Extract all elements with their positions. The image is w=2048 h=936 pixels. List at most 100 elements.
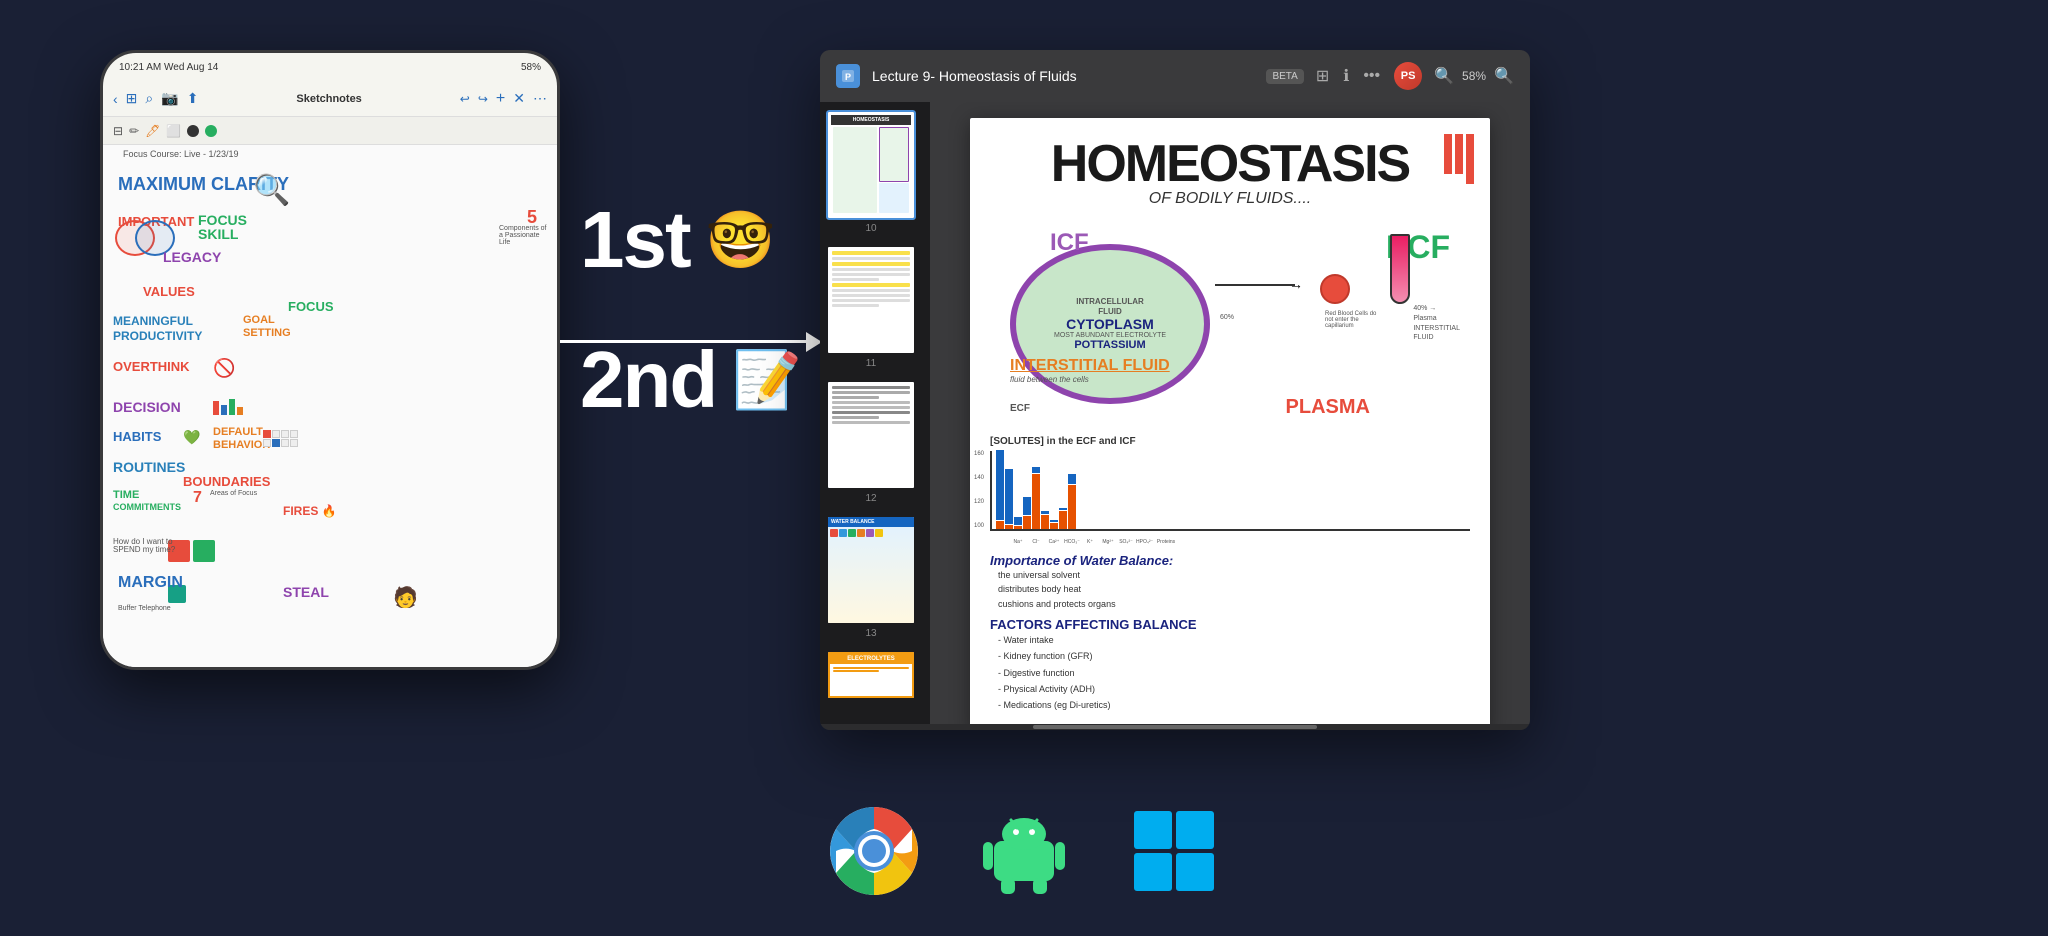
thumbnail-electrolytes[interactable]: ELECTROLYTES — [826, 650, 916, 700]
thumb-line-1 — [832, 257, 910, 260]
thumbnail-13[interactable]: WATER BALANCE 13 — [826, 515, 916, 642]
wb-item-3: cushions and protects organs — [998, 597, 1470, 611]
sketch-spend: How do I want toSPEND my time? — [113, 538, 175, 554]
mg-icf-bar — [1041, 515, 1049, 529]
interstitial-title: INTERSTITIAL FLUID — [1010, 357, 1170, 375]
sketch-steal: STEAL — [283, 585, 329, 599]
camera-icon[interactable]: 📷 — [161, 90, 178, 107]
thumb-dark-line-3 — [832, 396, 879, 399]
hpo4-icf-bar — [1059, 511, 1067, 529]
sidebar-toggle-icon[interactable]: ⊞ — [1316, 66, 1329, 86]
windows-icon — [1129, 806, 1219, 896]
solute-bar-chart: 160 140 120 100 — [990, 451, 1470, 531]
android-icon — [979, 806, 1069, 896]
factor-3: - Digestive function — [998, 665, 1470, 681]
highlighter-icon[interactable]: 🖊 — [145, 124, 160, 138]
gallery-icon[interactable]: ⊟ — [113, 124, 123, 138]
x-label-so4: SO₄²⁻ — [1118, 539, 1134, 545]
sketch-meaningful: MEANINGFUL — [113, 315, 193, 327]
color-green[interactable] — [205, 125, 217, 137]
step-2-emoji: 📝 — [732, 347, 802, 413]
thumbnail-12[interactable]: 12 — [826, 380, 916, 507]
sketch-5-detail: Components of a Passionate Life — [499, 225, 549, 246]
share-icon[interactable]: ⬆ — [187, 90, 199, 107]
person-icon: 🧑 — [393, 585, 418, 610]
cytoplasm-label: CYTOPLASM — [1066, 316, 1154, 332]
chrome-icon — [829, 806, 919, 896]
chart-x-labels: Na⁺ Cl⁻ Ca²⁺ HCO₃⁻ K⁺ Mg²⁺ SO₄²⁻ HPO₄²⁻ … — [1010, 539, 1470, 545]
wb-item-1: the universal solvent — [998, 568, 1470, 582]
zoom-controls: 🔍 58% 🔍 — [1434, 66, 1514, 86]
thumb-line-8 — [832, 304, 879, 307]
thumb-line-3 — [832, 273, 910, 276]
thumbnail-10[interactable]: HOMEOSTASIS 10 — [826, 110, 916, 237]
sketch-legacy: LEGACY — [163, 250, 221, 264]
pdf-title: Lecture 9- Homeostasis of Fluids — [872, 68, 1254, 84]
eraser-icon[interactable]: ⬜ — [166, 124, 181, 138]
chart-bar-group — [996, 455, 1076, 529]
pdf-thumbnails: HOMEOSTASIS 10 — [820, 102, 930, 724]
undo-icon[interactable]: ↩ — [460, 92, 470, 106]
info-icon[interactable]: ℹ — [1343, 66, 1349, 86]
grid-icon[interactable]: ⊞ — [126, 90, 138, 107]
x-label-hco3: HCO₃⁻ — [1064, 539, 1080, 545]
sketchnote-canvas: Focus Course: Live - 1/23/19 MAXIMUM CLA… — [103, 145, 557, 667]
x-label-ca: Ca²⁺ — [1046, 539, 1062, 545]
pdf-app-icon: P — [836, 64, 860, 88]
x-label-mg: Mg²⁺ — [1100, 539, 1116, 545]
solutes-label: [SOLUTES] in the ECF and ICF — [990, 436, 1470, 447]
thumb-dark-line-1 — [832, 386, 910, 389]
factors-title: FACTORS AFFECTING BALANCE — [990, 617, 1470, 632]
user-avatar[interactable]: PS — [1394, 62, 1422, 90]
red-bar-1 — [1444, 134, 1452, 174]
protein-bar-group — [1068, 474, 1076, 529]
search-icon[interactable]: ⌕ — [145, 90, 153, 107]
fluid-diagram: INTRACELLULARFLUID CYTOPLASM MOST ABUNDA… — [990, 224, 1470, 424]
ellipsis-icon[interactable]: ••• — [1363, 67, 1380, 85]
add-icon[interactable]: + — [496, 90, 505, 108]
pottassium-label: POTTASSIUM — [1074, 339, 1145, 351]
so4-bar-group — [1050, 520, 1058, 529]
middle-section: 1st 🤓 2nd 📝 — [580, 200, 840, 420]
na-icf-bar — [996, 521, 1004, 529]
hco3-bar-group — [1023, 497, 1031, 529]
zoom-out-icon[interactable]: 🔍 — [1434, 66, 1454, 86]
more-icon[interactable]: ⋯ — [533, 90, 547, 107]
ecf-wave-label: ECF — [1010, 403, 1030, 414]
sketch-fires: FIRES 🔥 — [283, 505, 337, 517]
chart-y-axis: 160 140 120 100 — [974, 451, 984, 529]
color-block-green — [193, 540, 215, 562]
sketch-habits: HABITS — [113, 430, 161, 443]
thumb-dark-line-6 — [832, 411, 910, 414]
factors-list: - Water intake - Kidney function (GFR) -… — [998, 632, 1470, 713]
pdf-scrollbar-thumb[interactable] — [1033, 725, 1317, 729]
zoom-in-icon[interactable]: 🔍 — [1494, 66, 1514, 86]
no-symbol: 🚫 — [213, 358, 235, 379]
na-bar-group — [996, 450, 1004, 529]
close-icon[interactable]: ✕ — [513, 90, 525, 107]
redo-icon[interactable]: ↪ — [478, 92, 488, 106]
protein-icf-bar — [1068, 485, 1076, 529]
pen-icon[interactable]: ✏ — [129, 124, 139, 138]
cl-bar-group — [1005, 469, 1013, 529]
sketch-course-title: Focus Course: Live - 1/23/19 — [123, 150, 239, 159]
color-black[interactable] — [187, 125, 199, 137]
magnify-icon: 🔍 — [253, 173, 290, 208]
thumb-13-body — [828, 527, 914, 623]
thumbnail-11[interactable]: 11 — [826, 245, 916, 372]
back-icon[interactable]: ‹ — [113, 91, 118, 107]
tablet-device: 10:21 AM Wed Aug 14 58% ‹ ⊞ ⌕ 📷 ⬆ Sketch… — [100, 50, 560, 670]
pdf-scrollbar[interactable] — [820, 724, 1530, 730]
sketch-setting: SETTING — [243, 328, 291, 339]
pdf-page: HOMEOSTASIS OF BODILY FLUIDS.... INTRACE… — [970, 118, 1490, 724]
tablet-status-bar: 10:21 AM Wed Aug 14 58% — [103, 53, 557, 81]
thumb-line-2 — [832, 268, 910, 271]
sketch-7: 7 — [193, 489, 202, 507]
step-1-text: 1st — [580, 200, 690, 280]
page-main-title: HOMEOSTASIS — [990, 138, 1470, 190]
factor-1: - Water intake — [998, 632, 1470, 648]
factor-4: - Physical Activity (ADH) — [998, 681, 1470, 697]
thumb-dark-line-8 — [832, 421, 910, 424]
sketch-bottom-notes: Buffer Telephone — [118, 605, 318, 612]
pdf-titlebar: P Lecture 9- Homeostasis of Fluids BETA … — [820, 50, 1530, 102]
